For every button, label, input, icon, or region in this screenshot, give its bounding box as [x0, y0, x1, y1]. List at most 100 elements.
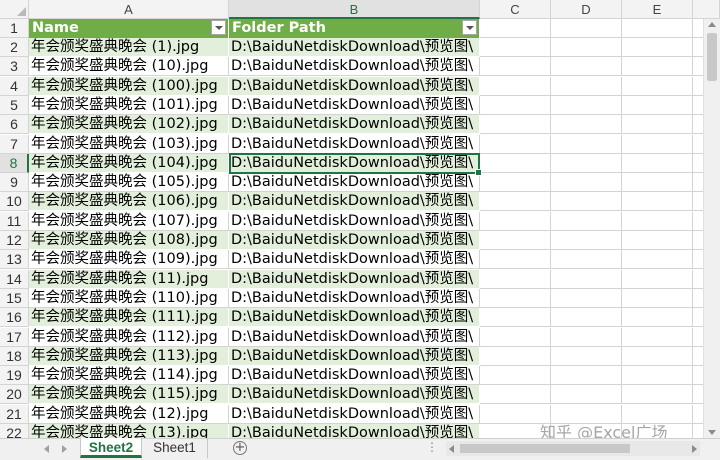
folder-path-cell[interactable]: D:\BaiduNetdiskDownload\预览图\	[229, 347, 480, 366]
empty-cell[interactable]	[480, 96, 551, 115]
column-header-d[interactable]: D	[551, 0, 622, 19]
more-options-icon[interactable]: ⋮	[426, 440, 439, 454]
empty-cell[interactable]	[480, 135, 551, 154]
folder-path-cell[interactable]: D:\BaiduNetdiskDownload\预览图\	[229, 308, 480, 327]
name-cell[interactable]: 年会颁奖盛典晚会 (106).jpg	[29, 192, 229, 211]
empty-cell[interactable]	[480, 385, 551, 404]
row-header[interactable]: 12	[0, 231, 29, 250]
row-header[interactable]: 6	[0, 115, 29, 134]
column-header-e[interactable]: E	[622, 0, 693, 19]
empty-cell[interactable]	[551, 347, 622, 366]
empty-cell[interactable]	[480, 250, 551, 269]
row-header[interactable]: 10	[0, 192, 29, 211]
scroll-up-icon[interactable]	[708, 22, 716, 27]
name-cell[interactable]: 年会颁奖盛典晚会 (114).jpg	[29, 366, 229, 385]
empty-cell[interactable]	[480, 270, 551, 289]
empty-cell[interactable]	[551, 328, 622, 347]
empty-cell[interactable]	[622, 328, 693, 347]
name-cell[interactable]: 年会颁奖盛典晚会 (108).jpg	[29, 231, 229, 250]
vertical-scrollbar[interactable]	[703, 19, 720, 438]
empty-cell[interactable]	[622, 385, 693, 404]
empty-cell[interactable]	[622, 57, 693, 76]
empty-cell[interactable]	[622, 212, 693, 231]
horizontal-scrollbar[interactable]	[446, 441, 700, 456]
folder-path-cell[interactable]: D:\BaiduNetdiskDownload\预览图\	[229, 328, 480, 347]
horizontal-scroll-thumb[interactable]	[460, 444, 630, 453]
name-cell[interactable]: 年会颁奖盛典晚会 (101).jpg	[29, 96, 229, 115]
folder-path-cell[interactable]: D:\BaiduNetdiskDownload\预览图\	[229, 270, 480, 289]
vertical-scroll-thumb[interactable]	[707, 33, 717, 81]
add-sheet-button[interactable]: +	[233, 441, 247, 455]
empty-cell[interactable]	[551, 212, 622, 231]
empty-cell[interactable]	[551, 173, 622, 192]
folder-path-cell[interactable]: D:\BaiduNetdiskDownload\预览图\	[229, 231, 480, 250]
empty-cell[interactable]	[622, 250, 693, 269]
folder-path-cell[interactable]: D:\BaiduNetdiskDownload\预览图\	[229, 38, 480, 57]
folder-path-cell[interactable]: D:\BaiduNetdiskDownload\预览图\	[229, 289, 480, 308]
folder-path-cell[interactable]: D:\BaiduNetdiskDownload\预览图\	[229, 424, 480, 438]
empty-cell[interactable]	[551, 385, 622, 404]
empty-cell[interactable]	[551, 96, 622, 115]
empty-cell[interactable]	[480, 212, 551, 231]
worksheet-grid[interactable]: A B C D E 1 Name Folder Path 2 年会颁奖盛典晚会 (…	[0, 0, 720, 438]
folder-path-cell[interactable]: D:\BaiduNetdiskDownload\预览图\	[229, 250, 480, 269]
empty-cell[interactable]	[622, 192, 693, 211]
row-header[interactable]: 14	[0, 270, 29, 289]
empty-cell[interactable]	[622, 38, 693, 57]
sheet-tab-sheet1[interactable]: Sheet1	[142, 438, 208, 458]
empty-cell[interactable]	[622, 115, 693, 134]
empty-cell[interactable]	[622, 347, 693, 366]
prev-sheet-icon[interactable]	[44, 445, 49, 453]
empty-cell[interactable]	[551, 289, 622, 308]
empty-cell[interactable]	[480, 154, 551, 173]
row-header[interactable]: 16	[0, 308, 29, 327]
column-header-c[interactable]: C	[480, 0, 551, 19]
empty-cell[interactable]	[480, 115, 551, 134]
row-header[interactable]: 4	[0, 77, 29, 96]
name-cell[interactable]: 年会颁奖盛典晚会 (102).jpg	[29, 115, 229, 134]
empty-cell[interactable]	[551, 308, 622, 327]
fill-handle[interactable]	[475, 169, 482, 176]
name-cell[interactable]: 年会颁奖盛典晚会 (109).jpg	[29, 250, 229, 269]
name-cell[interactable]: 年会颁奖盛典晚会 (1).jpg	[29, 38, 229, 57]
name-cell[interactable]: 年会颁奖盛典晚会 (111).jpg	[29, 308, 229, 327]
empty-cell[interactable]	[551, 19, 622, 38]
row-header[interactable]: 5	[0, 96, 29, 115]
scroll-down-icon[interactable]	[708, 430, 716, 435]
folder-path-cell[interactable]: D:\BaiduNetdiskDownload\预览图\	[229, 96, 480, 115]
empty-cell[interactable]	[622, 270, 693, 289]
row-header[interactable]: 17	[0, 328, 29, 347]
empty-cell[interactable]	[622, 366, 693, 385]
sheet-tab-sheet2[interactable]: Sheet2	[80, 438, 142, 458]
empty-cell[interactable]	[622, 231, 693, 250]
filter-dropdown-icon[interactable]	[462, 20, 477, 35]
empty-cell[interactable]	[480, 308, 551, 327]
folder-path-cell[interactable]: D:\BaiduNetdiskDownload\预览图\	[229, 405, 480, 424]
empty-cell[interactable]	[480, 38, 551, 57]
row-header[interactable]: 21	[0, 405, 29, 424]
empty-cell[interactable]	[551, 115, 622, 134]
empty-cell[interactable]	[622, 19, 693, 38]
row-header[interactable]: 18	[0, 347, 29, 366]
name-cell[interactable]: 年会颁奖盛典晚会 (10).jpg	[29, 57, 229, 76]
empty-cell[interactable]	[622, 77, 693, 96]
empty-cell[interactable]	[622, 135, 693, 154]
empty-cell[interactable]	[480, 366, 551, 385]
name-cell[interactable]: 年会颁奖盛典晚会 (100).jpg	[29, 77, 229, 96]
empty-cell[interactable]	[480, 19, 551, 38]
row-header[interactable]: 19	[0, 366, 29, 385]
folder-path-cell[interactable]: D:\BaiduNetdiskDownload\预览图\	[229, 57, 480, 76]
empty-cell[interactable]	[551, 135, 622, 154]
row-header[interactable]: 20	[0, 385, 29, 404]
name-cell[interactable]: 年会颁奖盛典晚会 (12).jpg	[29, 405, 229, 424]
row-header[interactable]: 1	[0, 19, 29, 38]
empty-cell[interactable]	[480, 231, 551, 250]
row-header[interactable]: 11	[0, 212, 29, 231]
empty-cell[interactable]	[622, 173, 693, 192]
filter-dropdown-icon[interactable]	[211, 20, 226, 35]
name-cell[interactable]: 年会颁奖盛典晚会 (113).jpg	[29, 347, 229, 366]
empty-cell[interactable]	[551, 154, 622, 173]
scroll-left-icon[interactable]	[449, 445, 454, 453]
empty-cell[interactable]	[480, 328, 551, 347]
folder-path-cell[interactable]: D:\BaiduNetdiskDownload\预览图\	[229, 385, 480, 404]
